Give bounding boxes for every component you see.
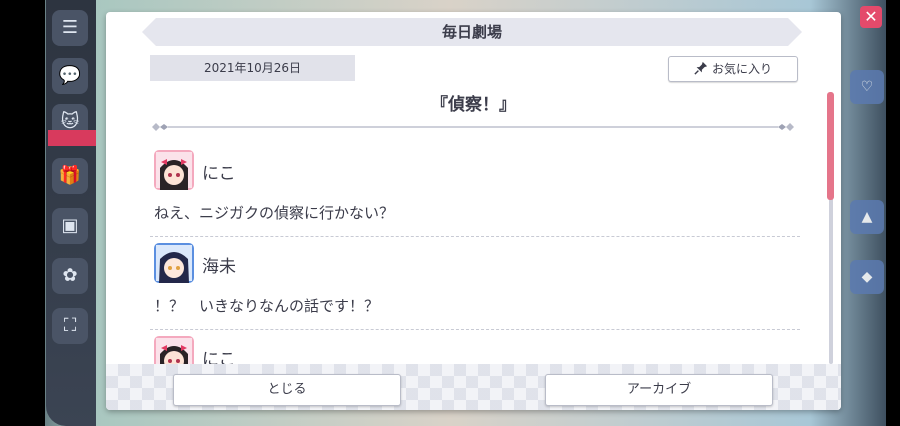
close-button[interactable]: とじる bbox=[173, 374, 401, 406]
dialogue-text: ！？ いきなりなんの話です！？ bbox=[154, 297, 380, 315]
favorite-label: お気に入り bbox=[711, 62, 772, 76]
pet-icon[interactable]: ✿ bbox=[52, 258, 88, 294]
avatar bbox=[154, 243, 194, 283]
dialogue-entry: 海未 ！？ いきなりなんの話です！？ bbox=[150, 237, 800, 330]
pin-icon bbox=[694, 61, 708, 75]
fullscreen-icon[interactable]: ⛶ bbox=[52, 308, 88, 344]
close-icon[interactable]: ✕ bbox=[860, 6, 882, 28]
gift-icon[interactable]: 🎁 bbox=[52, 158, 88, 194]
dialog-title: 毎日劇場 bbox=[441, 23, 502, 41]
screen-edge-right bbox=[886, 0, 900, 426]
daily-theater-dialog: 毎日劇場 2021年10月26日 お気に入り 『偵察！』 にこ ねえ、ニジガクの… bbox=[106, 12, 841, 410]
chat-icon[interactable]: 💬 bbox=[52, 58, 88, 94]
title-divider bbox=[152, 123, 794, 131]
scrollbar-thumb[interactable] bbox=[827, 92, 834, 200]
archive-button[interactable]: アーカイブ bbox=[545, 374, 773, 406]
dialogue-entry: にこ bbox=[150, 330, 800, 368]
rail-badge bbox=[48, 130, 96, 146]
dialogue-entry: にこ ねえ、ニジガクの偵察に行かない？ bbox=[150, 144, 800, 237]
speaker-name: 海未 bbox=[202, 257, 236, 277]
screen-edge-left bbox=[0, 0, 45, 426]
speaker-name: にこ bbox=[202, 164, 236, 184]
dialog-title-bar: 毎日劇場 bbox=[142, 18, 802, 46]
dialogue-list[interactable]: にこ ねえ、ニジガクの偵察に行かない？ 海未 ！？ いきなりなんの話です！？ に… bbox=[150, 144, 800, 368]
date-label: 2021年10月26日 bbox=[150, 55, 355, 81]
right-side-button[interactable]: ◆ bbox=[850, 260, 884, 294]
dialogue-text: ねえ、ニジガクの偵察に行かない？ bbox=[154, 204, 395, 222]
menu-icon[interactable]: ☰ bbox=[52, 10, 88, 46]
avatar bbox=[154, 150, 194, 190]
chart-icon[interactable]: ▣ bbox=[52, 208, 88, 244]
right-side-button[interactable]: ♡ bbox=[850, 70, 884, 104]
favorite-button[interactable]: お気に入り bbox=[668, 56, 798, 82]
right-side-button[interactable]: ▲ bbox=[850, 200, 884, 234]
story-title: 『偵察！』 bbox=[431, 95, 516, 115]
